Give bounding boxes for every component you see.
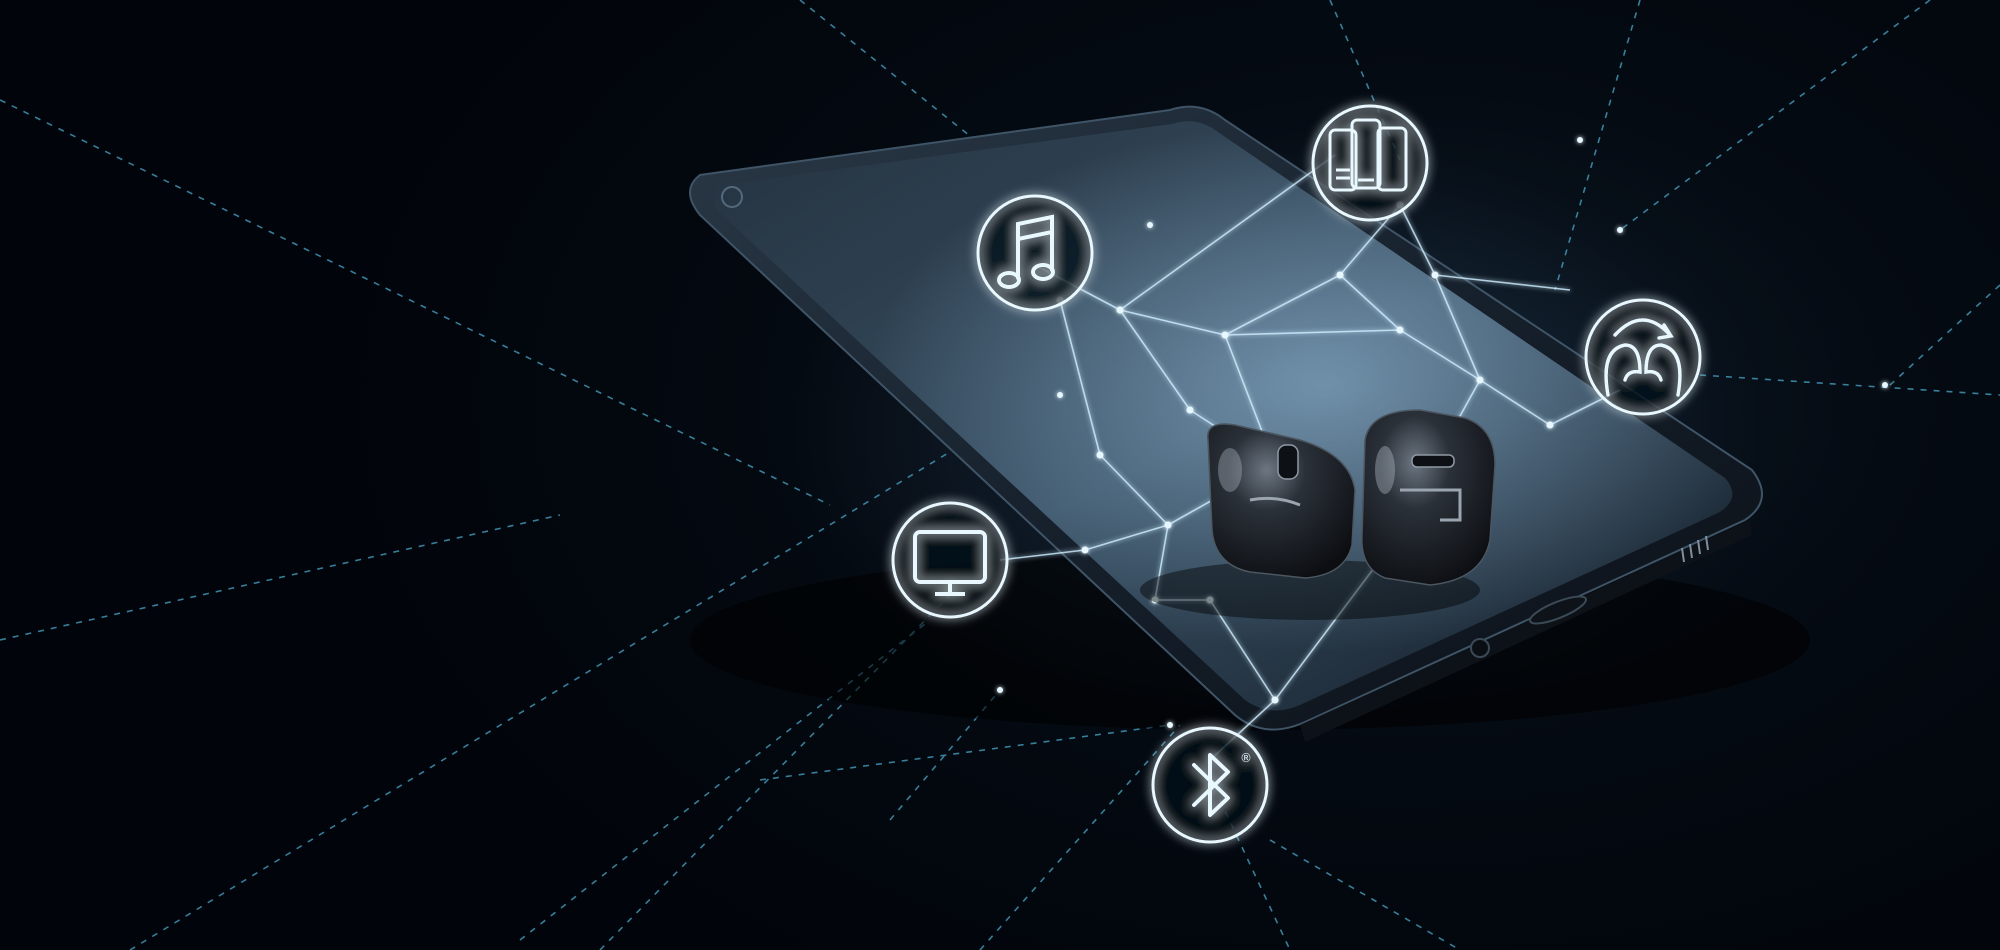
music-note-icon [976,194,1094,312]
television-icon [891,501,1009,619]
devices-icon [1311,104,1429,222]
registered-mark: ® [1240,751,1252,765]
scene-artwork: ® [0,0,2000,950]
bluetooth-icon: ® [1151,726,1269,844]
head-arrow-icon [1584,298,1702,416]
headphone-jack [1470,638,1490,658]
right-earbud [1361,409,1496,586]
product-scene: ® [0,0,2000,950]
